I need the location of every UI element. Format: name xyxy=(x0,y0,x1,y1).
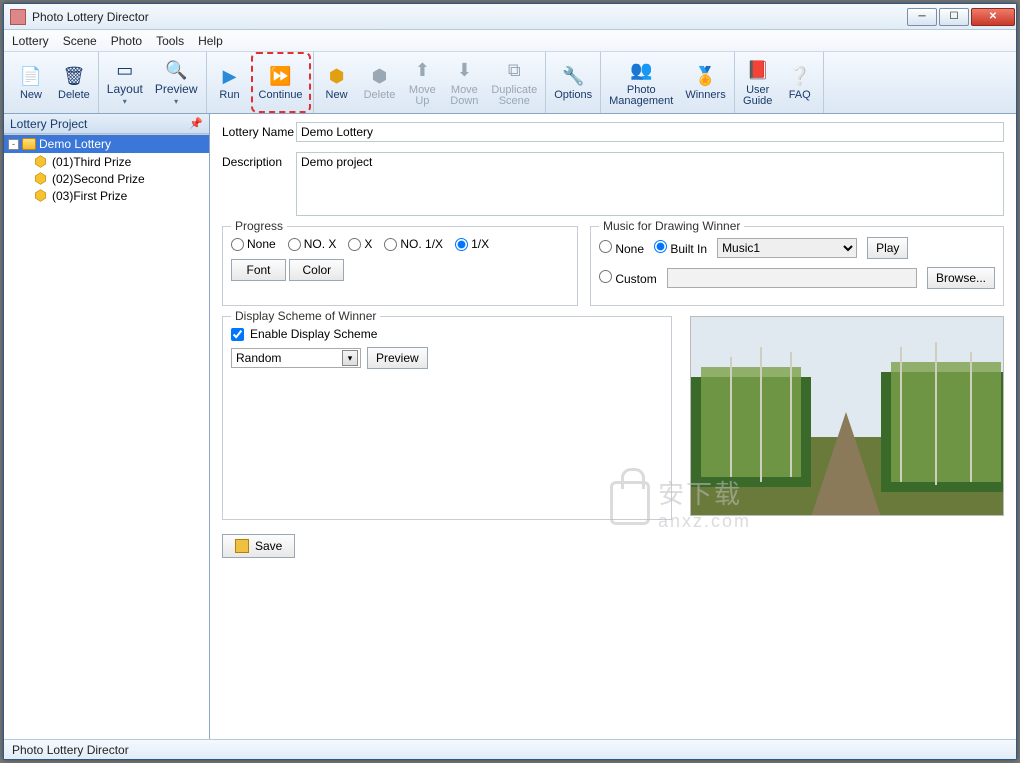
enable-display-checkbox[interactable] xyxy=(231,328,244,341)
app-icon xyxy=(10,9,26,25)
new-icon: 📄 xyxy=(19,64,43,88)
move-up-icon: ⬆ xyxy=(410,59,434,83)
lottery-name-label: Lottery Name xyxy=(222,122,296,139)
menu-lottery[interactable]: Lottery xyxy=(12,34,49,48)
scene-new-icon: ⬢ xyxy=(325,64,349,88)
statusbar: Photo Lottery Director xyxy=(4,739,1016,759)
run-icon: ▶ xyxy=(218,64,242,88)
delete-icon: 🗑 xyxy=(62,64,86,88)
sidebar-header: Lottery Project 📌 xyxy=(4,114,209,134)
layout-icon: ▭ xyxy=(113,58,137,82)
description-label: Description xyxy=(222,152,296,169)
continue-icon: ⏩ xyxy=(269,64,293,88)
toolbar-move-up: ⬆Move Up xyxy=(401,52,443,113)
toolbar-preview[interactable]: 🔍Preview▾ xyxy=(149,52,204,113)
scheme-select[interactable]: Random ▾ xyxy=(231,348,361,368)
toolbar-run[interactable]: ▶Run xyxy=(209,52,251,113)
progress-nox[interactable]: NO. X xyxy=(288,237,337,251)
maximize-button[interactable]: ☐ xyxy=(939,8,969,26)
winners-icon: 🏅 xyxy=(694,64,718,88)
color-button[interactable]: Color xyxy=(289,259,344,281)
options-icon: 🔧 xyxy=(561,64,585,88)
menu-tools[interactable]: Tools xyxy=(156,34,184,48)
menu-scene[interactable]: Scene xyxy=(63,34,97,48)
toolbar-layout[interactable]: ▭Layout▾ xyxy=(101,52,149,113)
prize-icon xyxy=(34,172,47,185)
toolbar-move-down: ⬇Move Down xyxy=(443,52,485,113)
expand-icon[interactable]: - xyxy=(8,139,19,150)
photo-mgmt-icon: 👥 xyxy=(629,59,653,83)
tree-root[interactable]: - Demo Lottery xyxy=(4,135,209,153)
toolbar-faq[interactable]: ❔FAQ xyxy=(779,52,821,113)
minimize-button[interactable]: ─ xyxy=(907,8,937,26)
toolbar-winners[interactable]: 🏅Winners xyxy=(679,52,731,113)
project-tree[interactable]: - Demo Lottery (01)Third Prize (02)Secon… xyxy=(4,134,209,739)
titlebar: Photo Lottery Director ─ ☐ ✕ xyxy=(4,4,1016,30)
scene-delete-icon: ⬢ xyxy=(367,64,391,88)
progress-x[interactable]: X xyxy=(348,237,372,251)
toolbar-scene-new[interactable]: ⬢New xyxy=(316,52,358,113)
tree-child[interactable]: (02)Second Prize xyxy=(4,170,209,187)
chevron-down-icon: ▾ xyxy=(342,350,358,366)
browse-button[interactable]: Browse... xyxy=(927,267,995,289)
music-none[interactable]: None xyxy=(599,240,644,256)
music-select[interactable]: Music1 xyxy=(717,238,857,258)
music-path-input xyxy=(667,268,917,288)
pin-icon[interactable]: 📌 xyxy=(189,117,203,130)
close-button[interactable]: ✕ xyxy=(971,8,1015,26)
display-scheme-group: Display Scheme of Winner Enable Display … xyxy=(222,316,672,520)
progress-1x[interactable]: 1/X xyxy=(455,237,489,251)
save-button[interactable]: Save xyxy=(222,534,295,558)
status-text: Photo Lottery Director xyxy=(12,743,129,757)
tree-child[interactable]: (01)Third Prize xyxy=(4,153,209,170)
progress-none[interactable]: None xyxy=(231,237,276,251)
duplicate-icon: ⧉ xyxy=(502,59,526,83)
toolbar-duplicate: ⧉Duplicate Scene xyxy=(485,52,543,113)
music-builtin[interactable]: Built In xyxy=(654,240,707,256)
play-button[interactable]: Play xyxy=(867,237,908,259)
toolbar-scene-delete: ⬢Delete xyxy=(358,52,402,113)
display-legend: Display Scheme of Winner xyxy=(231,309,380,323)
tree-child[interactable]: (03)First Prize xyxy=(4,187,209,204)
lottery-name-input[interactable] xyxy=(296,122,1004,142)
music-legend: Music for Drawing Winner xyxy=(599,219,744,233)
toolbar-options[interactable]: 🔧Options xyxy=(548,52,598,113)
toolbar-continue[interactable]: ⏩Continue xyxy=(251,52,311,113)
music-group: Music for Drawing Winner None Built In M… xyxy=(590,226,1004,306)
menubar: Lottery Scene Photo Tools Help xyxy=(4,30,1016,52)
description-input[interactable]: Demo project xyxy=(296,152,1004,216)
progress-no1x[interactable]: NO. 1/X xyxy=(384,237,443,251)
faq-icon: ❔ xyxy=(788,64,812,88)
menu-photo[interactable]: Photo xyxy=(111,34,142,48)
toolbar: 📄New 🗑Delete ▭Layout▾ 🔍Preview▾ ▶Run ⏩Co… xyxy=(4,52,1016,114)
progress-legend: Progress xyxy=(231,219,287,233)
music-custom[interactable]: Custom xyxy=(599,270,657,286)
menu-help[interactable]: Help xyxy=(198,34,223,48)
toolbar-delete[interactable]: 🗑Delete xyxy=(52,52,96,113)
move-down-icon: ⬇ xyxy=(452,59,476,83)
toolbar-new[interactable]: 📄New xyxy=(10,52,52,113)
prize-icon xyxy=(34,155,47,168)
prize-icon xyxy=(34,189,47,202)
folder-icon xyxy=(22,138,36,150)
font-button[interactable]: Font xyxy=(231,259,286,281)
sidebar: Lottery Project 📌 - Demo Lottery (01)Thi… xyxy=(4,114,210,739)
save-icon xyxy=(235,539,249,553)
toolbar-user-guide[interactable]: 📕User Guide xyxy=(737,52,779,113)
window-title: Photo Lottery Director xyxy=(32,10,906,24)
enable-display-label: Enable Display Scheme xyxy=(250,327,377,341)
preview-icon: 🔍 xyxy=(164,58,188,82)
tree-root-label: Demo Lottery xyxy=(39,137,111,151)
guide-icon: 📕 xyxy=(746,59,770,83)
preview-image xyxy=(690,316,1004,516)
toolbar-photo-management[interactable]: 👥Photo Management xyxy=(603,52,679,113)
sidebar-title: Lottery Project xyxy=(10,117,87,131)
main-panel: Lottery Name Description Demo project Pr… xyxy=(210,114,1016,739)
scheme-preview-button[interactable]: Preview xyxy=(367,347,428,369)
progress-group: Progress None NO. X X NO. 1/X 1/X Font C… xyxy=(222,226,578,306)
